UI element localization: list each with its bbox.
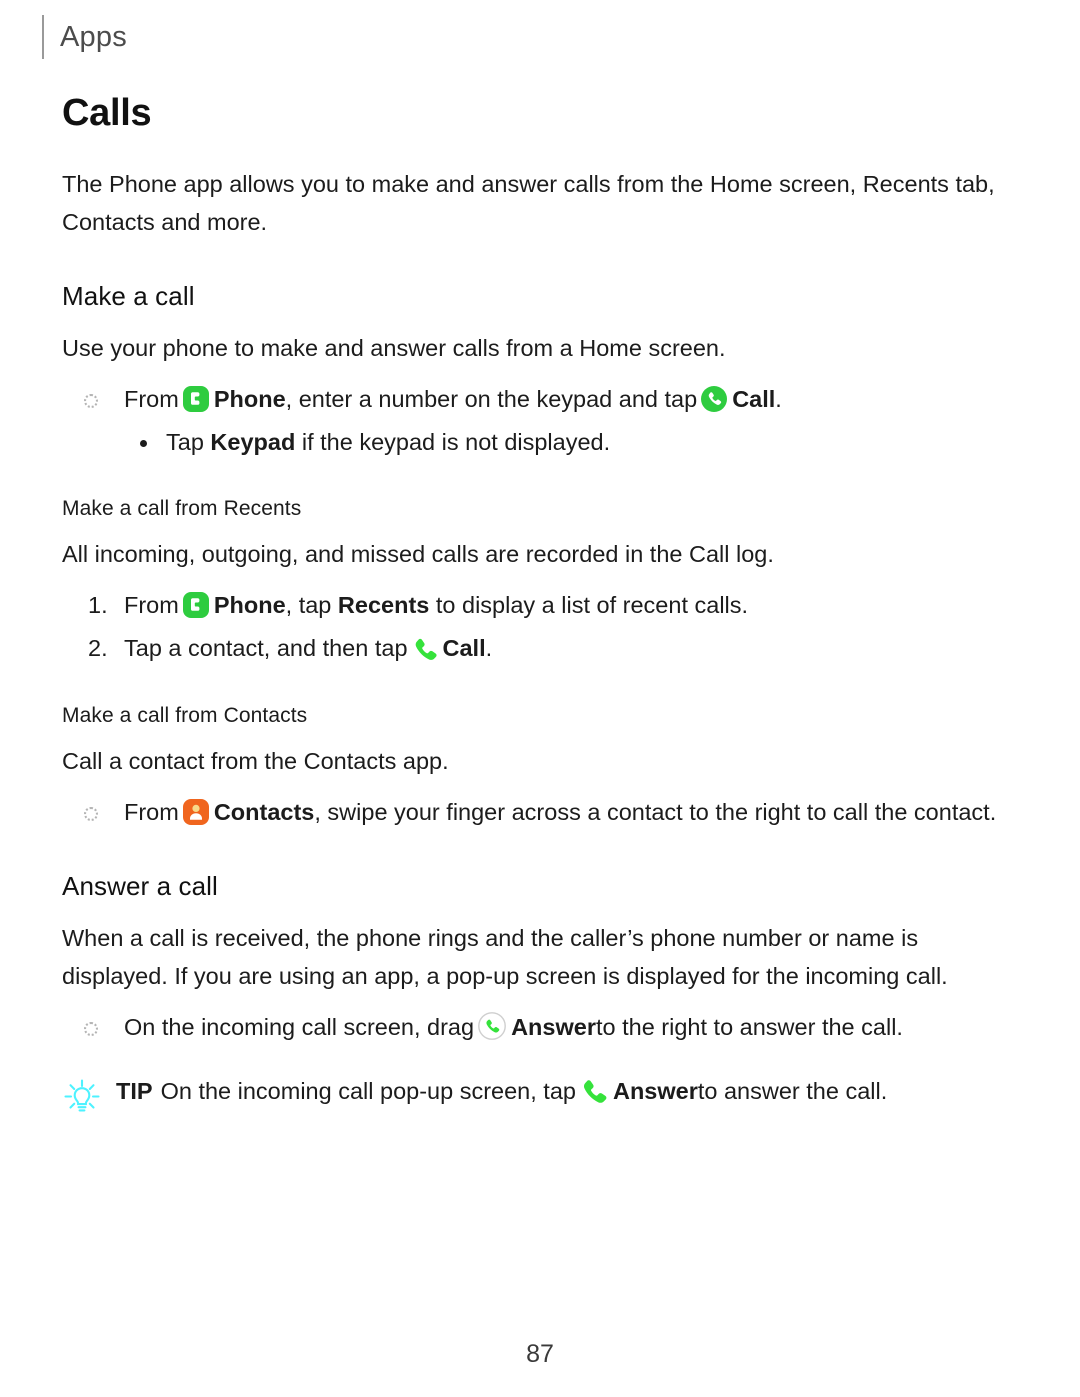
contacts-app-icon	[182, 798, 210, 826]
contacts-app-label: Contacts	[213, 798, 315, 825]
section-heading-make-a-call: Make a call	[62, 281, 195, 312]
page-title: Calls	[62, 92, 152, 134]
bullet-text-part: , swipe your finger across a contact to …	[314, 798, 997, 825]
answer-icon	[477, 1011, 507, 1041]
bullet-text-part: .	[775, 386, 782, 413]
hollow-bullet-icon	[84, 806, 98, 821]
bullet-text-part: , enter a number on the keypad and tap	[285, 386, 698, 413]
header-divider	[42, 15, 44, 59]
from-recents-step-list: 1. From Phone, tap Recents to display a li…	[62, 587, 1018, 667]
hollow-bullet-icon	[84, 1022, 98, 1037]
hollow-bullet-icon	[84, 394, 98, 409]
step-text-part: .	[485, 635, 493, 662]
tip-callout: TIP On the incoming call pop-up screen, t…	[62, 1073, 1018, 1122]
keypad-sub-bullet-list: Tap Keypad if the keypad is not displaye…	[124, 424, 1018, 462]
step-text-part: , tap	[285, 592, 332, 619]
call-label: Call	[442, 635, 486, 662]
phone-app-icon	[182, 591, 210, 619]
subsection-heading-from-contacts: Make a call from Contacts	[62, 703, 308, 727]
list-item: From Contacts, swipe your finger across a…	[62, 794, 1018, 832]
bullet-text-part: From	[124, 386, 179, 413]
tip-label: TIP	[116, 1078, 153, 1104]
call-icon	[700, 385, 728, 413]
sub-bullet-text-part: Tap	[166, 428, 204, 455]
dot-bullet-icon	[140, 439, 147, 447]
phone-app-icon	[182, 385, 210, 413]
answer-label: Answer	[511, 1014, 596, 1041]
lightbulb-icon	[62, 1073, 106, 1122]
answer-a-call-intro: When a call is received, the phone rings…	[62, 925, 948, 990]
nested-bullet-wrapper: Tap Keypad if the keypad is not displaye…	[62, 424, 1018, 462]
bullet-text-part: From	[124, 798, 179, 825]
phone-app-label: Phone	[213, 592, 286, 619]
sub-bullet-text-part: if the keypad is not displayed.	[301, 428, 611, 455]
step-number: 1.	[88, 592, 108, 619]
from-contacts-intro: Call a contact from the Contacts app.	[62, 747, 449, 774]
list-item: 1. From Phone, tap Recents to display a li…	[62, 587, 1018, 625]
make-a-call-intro: Use your phone to make and answer calls …	[62, 335, 726, 362]
step-text-part: Tap a contact, and then tap	[124, 635, 408, 662]
section-heading-answer-a-call: Answer a call	[62, 871, 218, 902]
list-item: Tap Keypad if the keypad is not displaye…	[124, 424, 1018, 462]
from-recents-intro: All incoming, outgoing, and missed calls…	[62, 541, 774, 568]
answer-a-call-bullet-list: On the incoming call screen, drag Answert…	[62, 1009, 1018, 1047]
phone-app-label: Phone	[213, 386, 286, 413]
step-text-part: From	[124, 592, 179, 619]
from-contacts-bullet-list: From Contacts, swipe your finger across a…	[62, 794, 1018, 832]
keypad-label: Keypad	[210, 428, 296, 455]
list-item: 2. Tap a contact, and then tap Call.	[62, 630, 1018, 668]
running-header-title: Apps	[60, 20, 127, 53]
chapter-intro-paragraph: The Phone app allows you to make and ans…	[62, 171, 995, 236]
page-number: 87	[526, 1340, 554, 1368]
answer-label: Answer	[612, 1078, 698, 1104]
call-handset-icon	[411, 634, 439, 662]
step-number: 2.	[88, 635, 108, 662]
list-item: On the incoming call screen, drag Answert…	[62, 1009, 1018, 1047]
call-handset-icon	[579, 1075, 609, 1105]
list-item: From Phone, enter a number on the keypad …	[62, 381, 1018, 419]
bullet-text-part: to the right to answer the call.	[595, 1014, 903, 1041]
tip-text-part: On the incoming call pop-up screen, tap	[160, 1078, 576, 1104]
tip-text: TIP On the incoming call pop-up screen, t…	[116, 1073, 887, 1111]
tip-text-part: to answer the call.	[697, 1078, 888, 1104]
bullet-text-part: On the incoming call screen, drag	[124, 1014, 475, 1041]
running-header: Apps	[42, 14, 127, 60]
call-label: Call	[732, 386, 776, 413]
document-content: Calls The Phone app allows you to make a…	[62, 92, 1018, 1122]
subsection-heading-from-recents: Make a call from Recents	[62, 497, 302, 521]
step-text-part: to display a list of recent calls.	[435, 592, 749, 619]
recents-label: Recents	[337, 592, 430, 619]
make-a-call-bullet-list: From Phone, enter a number on the keypad …	[62, 381, 1018, 419]
